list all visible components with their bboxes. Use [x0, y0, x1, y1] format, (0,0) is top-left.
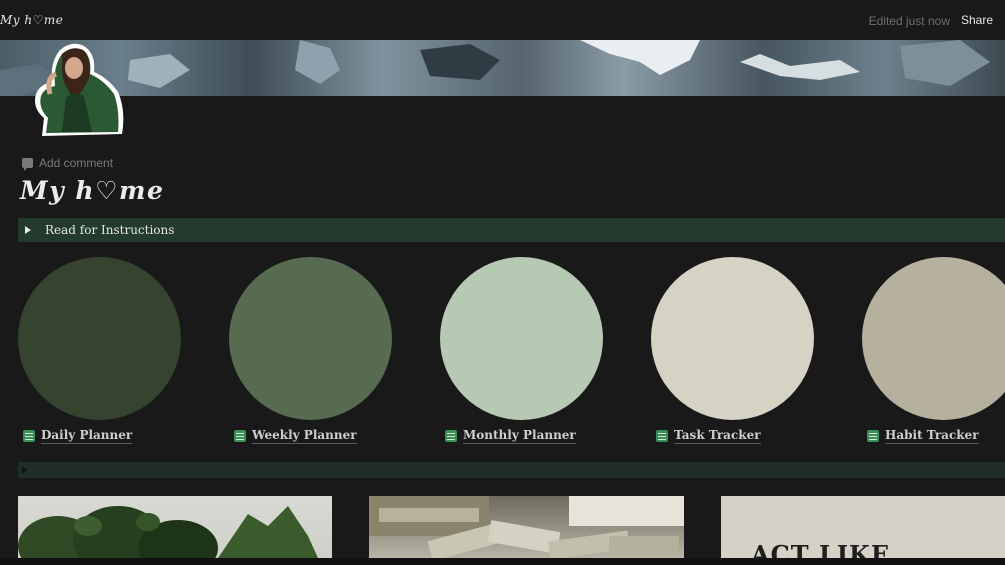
database-icon [867, 430, 879, 442]
topbar: My h♡me Edited just now Share [0, 0, 1005, 40]
cover-pattern [0, 40, 990, 96]
bottom-edge [0, 558, 1005, 565]
money-image [369, 496, 684, 558]
instructions-toggle[interactable]: Read for Instructions [18, 218, 1005, 242]
link-label: Monthly Planner [463, 428, 576, 444]
link-label: Weekly Planner [252, 428, 357, 444]
breadcrumb-page[interactable]: My h♡me [0, 13, 63, 27]
gallery-card-quote[interactable]: ACT LIKE [721, 496, 1005, 558]
task-tracker-circle[interactable] [651, 257, 814, 420]
database-icon [656, 430, 668, 442]
monthly-planner-link[interactable]: Monthly Planner [445, 428, 576, 444]
add-comment-button[interactable]: Add comment [22, 156, 114, 171]
database-icon [234, 430, 246, 442]
link-label: Task Tracker [674, 428, 761, 444]
habit-tracker-link[interactable]: Habit Tracker [867, 428, 979, 444]
edited-status: Edited just now [868, 14, 950, 28]
page-title[interactable]: My h♡me [20, 176, 164, 205]
toggle-label: Read for Instructions [45, 223, 175, 237]
monthly-planner-circle[interactable] [440, 257, 603, 420]
link-label: Habit Tracker [885, 428, 979, 444]
link-label: Daily Planner [41, 428, 133, 444]
page-icon-avatar[interactable] [22, 38, 128, 140]
daily-planner-circle[interactable] [18, 257, 181, 420]
task-tracker-link[interactable]: Task Tracker [656, 428, 761, 444]
share-button[interactable]: Share [961, 13, 993, 27]
database-icon [445, 430, 457, 442]
triangle-right-icon[interactable] [22, 466, 27, 474]
daily-planner-link[interactable]: Daily Planner [23, 428, 133, 444]
gallery-card-money[interactable] [369, 496, 684, 558]
cover-image [0, 40, 1005, 96]
comment-icon [22, 158, 33, 171]
gallery-card-greens[interactable] [18, 496, 332, 558]
collapsed-toggle-bar[interactable] [18, 462, 1005, 478]
greens-image [18, 506, 318, 558]
database-icon [23, 430, 35, 442]
weekly-planner-circle[interactable] [229, 257, 392, 420]
habit-tracker-circle[interactable] [862, 257, 1005, 420]
weekly-planner-link[interactable]: Weekly Planner [234, 428, 357, 444]
triangle-right-icon[interactable] [25, 226, 31, 234]
quote-text: ACT LIKE [751, 540, 891, 558]
add-comment-label: Add comment [39, 156, 114, 170]
